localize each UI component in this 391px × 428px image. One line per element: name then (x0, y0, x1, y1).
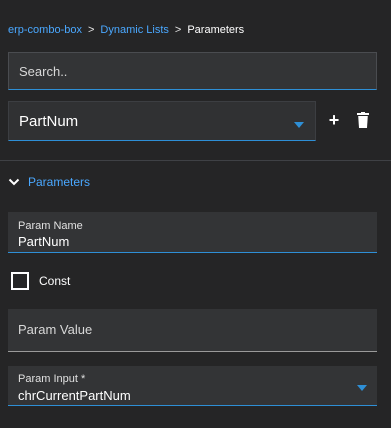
section-title: Parameters (28, 175, 91, 189)
chevron-down-icon (8, 178, 20, 186)
param-value-field[interactable]: Param Value (8, 309, 377, 352)
breadcrumb-separator: > (87, 24, 95, 36)
const-checkbox-row[interactable]: Const (11, 272, 70, 290)
dynamic-list-select[interactable]: PartNum (8, 101, 316, 141)
param-input-select[interactable]: Param Input * chrCurrentPartNum (8, 366, 377, 406)
const-checkbox[interactable] (11, 272, 29, 290)
param-value-label: Param Value (18, 322, 93, 337)
breadcrumb-separator: > (174, 24, 182, 36)
param-name-value: PartNum (18, 234, 70, 249)
breadcrumb-link-dynamic-lists[interactable]: Dynamic Lists (100, 22, 168, 38)
breadcrumb-link-erp-combo-box[interactable]: erp-combo-box (8, 22, 82, 38)
search-input[interactable] (9, 53, 376, 89)
breadcrumb-current: Parameters (187, 24, 245, 36)
chevron-down-icon (357, 385, 367, 391)
parameters-section-header[interactable]: Parameters (8, 173, 90, 191)
param-name-label: Param Name (18, 220, 83, 232)
add-button[interactable]: + (326, 110, 342, 130)
breadcrumb: erp-combo-box > Dynamic Lists > Paramete… (8, 22, 244, 38)
param-input-value: chrCurrentPartNum (18, 388, 131, 403)
dynamic-list-select-value: PartNum (19, 113, 79, 130)
trash-icon[interactable] (357, 112, 369, 128)
divider (0, 160, 391, 161)
search-box (8, 52, 377, 90)
param-name-field[interactable]: Param Name PartNum (8, 212, 377, 253)
const-label: Const (39, 274, 71, 288)
chevron-down-icon (294, 122, 304, 128)
param-input-label: Param Input * (18, 373, 86, 385)
